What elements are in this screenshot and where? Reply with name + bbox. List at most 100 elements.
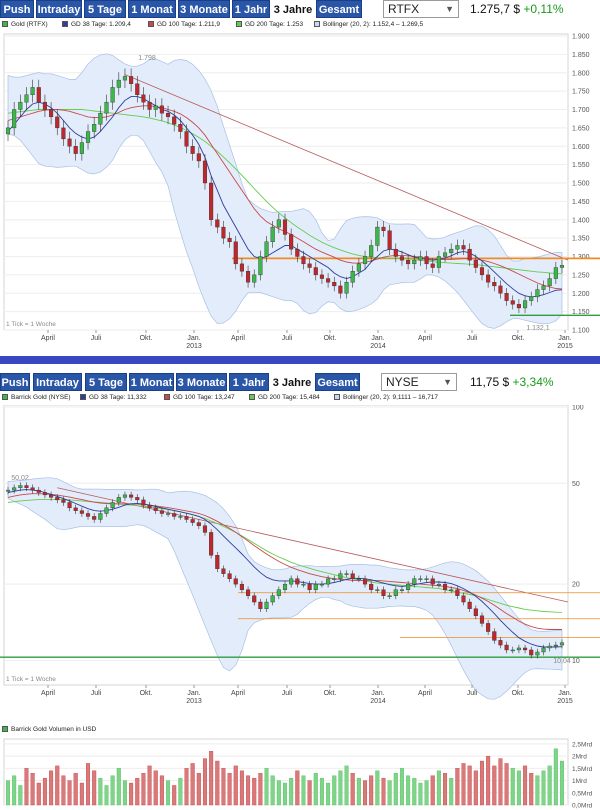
candle	[129, 494, 134, 498]
volume-bar	[172, 785, 177, 806]
candle	[362, 578, 368, 585]
symbol-select[interactable]: NYSE ▼	[381, 373, 457, 391]
volume-bar	[486, 755, 491, 806]
tab-push[interactable]: Push	[0, 373, 30, 391]
volume-bar	[350, 773, 355, 806]
volume-bar	[246, 775, 251, 806]
candle	[67, 502, 72, 509]
volume-bar	[375, 770, 380, 806]
candle	[18, 101, 23, 110]
candle	[159, 510, 164, 514]
volume-bar	[73, 773, 78, 806]
candle	[461, 595, 466, 603]
candle	[73, 507, 78, 511]
volume-bar	[455, 768, 460, 806]
candle	[18, 485, 23, 488]
candle	[5, 489, 11, 492]
x-tick-label: April	[418, 690, 432, 697]
volume-bar	[67, 780, 72, 806]
volume-bar	[461, 763, 466, 806]
candle	[535, 651, 540, 656]
candle	[246, 270, 251, 283]
candle	[141, 499, 146, 506]
volume-bar	[307, 780, 312, 806]
candle	[178, 123, 183, 132]
tab-gesamt[interactable]: Gesamt	[316, 0, 362, 18]
candle	[110, 87, 115, 103]
volume-bar	[141, 773, 146, 806]
tab-1-jahr[interactable]: 1 Jahr	[232, 0, 270, 18]
candle	[473, 259, 478, 268]
candle	[209, 182, 214, 220]
y-tick-label: 1.500	[572, 181, 590, 188]
y-tick-label: 1.350	[572, 236, 590, 243]
candle	[492, 282, 497, 287]
volume-bar	[289, 777, 294, 806]
volume-bar	[467, 765, 472, 806]
candle	[276, 589, 281, 596]
candle	[313, 583, 318, 590]
volume-bar	[381, 777, 386, 806]
candle	[270, 595, 275, 603]
volume-bar	[510, 768, 515, 806]
candle	[172, 513, 177, 517]
gold-chart: 1.900 1.850 1.800 1.750 1.700 1.650 1.600 1.550…	[3, 33, 600, 350]
tab-5-tage[interactable]: 5 Tage	[85, 373, 127, 391]
volume-bar	[443, 773, 448, 806]
candle	[116, 79, 121, 88]
tab-1-jahr[interactable]: 1 Jahr	[229, 373, 269, 391]
candle	[104, 507, 109, 514]
tab-intraday[interactable]: Intraday	[33, 373, 82, 391]
candle	[362, 256, 368, 265]
tab-3-monate[interactable]: 3 Monate	[178, 0, 230, 18]
tab-1-monat[interactable]: 1 Monat	[129, 373, 174, 391]
tab-3-jahre[interactable]: 3 Jahre	[271, 373, 313, 391]
symbol-select[interactable]: RTFX ▼	[383, 0, 459, 18]
volume-bar	[319, 777, 324, 806]
candle	[424, 578, 429, 580]
gold-legend: Gold (RTFX) GD 38 Tage: 1.209,4 GD 100 T…	[0, 20, 600, 32]
candle	[42, 492, 47, 496]
tab-3-monate[interactable]: 3 Monate	[176, 373, 227, 391]
candle	[356, 263, 361, 272]
candle	[418, 578, 423, 580]
volume-bar	[252, 777, 257, 806]
candle	[455, 245, 460, 250]
candle	[541, 285, 546, 290]
volume-bar	[104, 785, 109, 806]
volume-bar	[560, 760, 564, 806]
tab-3-jahre[interactable]: 3 Jahre	[272, 0, 314, 18]
tab-push[interactable]: Push	[0, 0, 34, 18]
candle	[153, 507, 158, 511]
volume-tick-label: 2,5Mrd	[572, 741, 593, 748]
volume-bar	[221, 768, 226, 806]
tab-gesamt[interactable]: Gesamt	[315, 373, 360, 391]
volume-bar	[449, 777, 454, 806]
tab-5-tage[interactable]: 5 Tage	[84, 0, 126, 18]
candle	[258, 256, 263, 276]
tab-1-monat[interactable]: 1 Monat	[128, 0, 176, 18]
tab-intraday[interactable]: Intraday	[36, 0, 82, 18]
volume-bar	[49, 770, 54, 806]
x-tick-label: April	[418, 335, 432, 342]
candle	[184, 131, 189, 147]
candle	[36, 87, 41, 103]
x-tick-label: April	[41, 690, 55, 697]
candle	[461, 245, 466, 250]
volume-bar	[283, 782, 287, 806]
candle	[510, 649, 515, 652]
candle	[85, 131, 91, 143]
legend-item: Gold (RTFX)	[2, 21, 48, 28]
candle	[49, 109, 54, 118]
candle	[165, 513, 171, 515]
candle	[399, 589, 405, 591]
candle	[430, 263, 435, 268]
volume-bar	[498, 758, 503, 806]
y-tick-label: 1.700	[572, 107, 590, 114]
x-tick-label: Juli	[91, 690, 102, 697]
volume-chart: 2,5Mrd 2Mrd 1,5Mrd 1Mrd 0,5Mrd 0,0Mrd	[3, 738, 593, 809]
candle	[504, 644, 509, 651]
candle	[510, 300, 515, 305]
volume-bar	[418, 782, 423, 806]
candle	[92, 123, 97, 132]
